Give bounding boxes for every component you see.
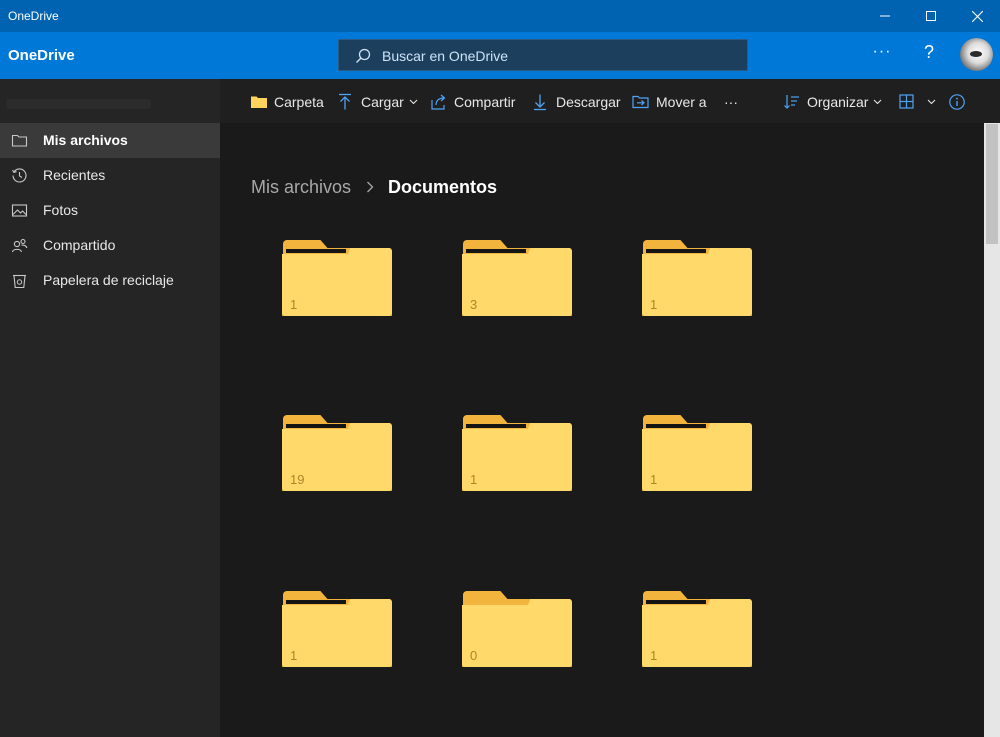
folder-icon (11, 134, 28, 147)
info-button[interactable] (948, 92, 972, 112)
main-content: Mis archivos Documentos 1 3 1 19 1 1 1 0… (220, 123, 984, 737)
folder-item-count: 1 (290, 648, 298, 663)
folder-item-count: 1 (650, 297, 658, 312)
minimize-icon (880, 15, 890, 17)
upload-icon (339, 93, 351, 110)
folder-icon (251, 96, 267, 108)
folder-tile[interactable]: 1 (642, 415, 752, 495)
download-icon (534, 94, 546, 111)
sidebar-item-label: Fotos (43, 202, 79, 218)
history-icon (12, 168, 27, 183)
folder-item-count: 1 (470, 472, 478, 487)
grid-view-icon (899, 94, 914, 109)
close-icon (971, 10, 983, 22)
people-icon (11, 238, 28, 253)
more-options-button[interactable]: ··· (870, 42, 894, 66)
move-to-label: Mover a (656, 94, 707, 110)
folder-tile[interactable]: 1 (642, 240, 752, 320)
view-switch-button[interactable] (898, 92, 936, 112)
folder-tile[interactable]: 1 (462, 415, 572, 495)
share-button[interactable]: Compartir (430, 92, 515, 112)
sidebar-item-label: Compartido (43, 237, 116, 253)
sidebar-item-label: Recientes (43, 167, 106, 183)
title-bar: OneDrive (0, 0, 1000, 32)
more-commands-button[interactable]: ··· (724, 92, 738, 112)
avatar[interactable] (960, 38, 993, 71)
sidebar-item-recientes[interactable]: Recientes (0, 158, 220, 193)
sidebar-item-label: Mis archivos (43, 132, 128, 148)
maximize-icon (926, 11, 936, 21)
window-title: OneDrive (8, 9, 59, 23)
download-label: Descargar (556, 94, 621, 110)
recycle-bin-icon (13, 274, 26, 289)
command-bar: Carpeta Cargar Compartir Descargar Mover… (220, 79, 1000, 123)
share-icon (431, 94, 446, 110)
scrollbar-thumb[interactable] (986, 124, 998, 244)
sidebar-item-compartido[interactable]: Compartido (0, 228, 220, 263)
info-icon (949, 94, 965, 110)
sidebar-item-label: Papelera de reciclaje (43, 272, 174, 288)
folder-item-count: 3 (470, 297, 478, 312)
new-folder-button[interactable]: Carpeta (250, 92, 324, 112)
share-label: Compartir (454, 94, 516, 110)
search-placeholder: Buscar en OneDrive (382, 48, 509, 64)
folder-item-count: 1 (650, 648, 658, 663)
search-icon (356, 48, 371, 63)
move-to-button[interactable]: Mover a (632, 92, 707, 112)
account-name-blurred (6, 99, 151, 109)
photo-icon (11, 204, 28, 217)
move-to-icon (632, 95, 649, 109)
folder-item-count: 0 (470, 648, 478, 663)
chevron-right-icon (367, 181, 374, 193)
breadcrumb: Mis archivos Documentos (251, 175, 497, 199)
sort-button[interactable]: Organizar (783, 92, 882, 112)
sidebar-item-papelera[interactable]: Papelera de reciclaje (0, 263, 220, 298)
help-button[interactable]: ? (918, 42, 940, 66)
sort-label: Organizar (807, 94, 869, 110)
close-button[interactable] (954, 0, 1000, 32)
folder-tile[interactable]: 1 (642, 591, 752, 671)
chevron-down-icon (927, 99, 936, 105)
folder-tile[interactable]: 0 (462, 591, 572, 671)
download-button[interactable]: Descargar (532, 92, 621, 112)
chevron-down-icon (874, 99, 882, 105)
folder-tile[interactable]: 1 (282, 591, 392, 671)
folder-item-count: 19 (290, 472, 305, 487)
sidebar-item-fotos[interactable]: Fotos (0, 193, 220, 228)
folder-tile[interactable]: 3 (462, 240, 572, 320)
chevron-down-icon (409, 99, 418, 105)
app-header: OneDrive Buscar en OneDrive ··· ? (0, 32, 1000, 79)
search-box[interactable]: Buscar en OneDrive (338, 39, 748, 71)
upload-button[interactable]: Cargar (337, 92, 418, 112)
folder-tile[interactable]: 19 (282, 415, 392, 495)
sidebar: Mis archivos Recientes Fotos Compartido (0, 79, 220, 737)
sidebar-item-mis-archivos[interactable]: Mis archivos (0, 123, 220, 158)
sort-icon (784, 95, 799, 109)
breadcrumb-root[interactable]: Mis archivos (251, 177, 351, 198)
brand-title: OneDrive (8, 47, 75, 64)
new-folder-label: Carpeta (274, 94, 324, 110)
minimize-button[interactable] (862, 0, 908, 32)
folder-item-count: 1 (650, 472, 658, 487)
folder-item-count: 1 (290, 297, 298, 312)
more-commands-label: ··· (724, 94, 738, 110)
vertical-scrollbar[interactable] (984, 123, 1000, 737)
maximize-button[interactable] (908, 0, 954, 32)
upload-label: Cargar (361, 94, 404, 110)
breadcrumb-current: Documentos (388, 176, 498, 197)
folder-tile[interactable]: 1 (282, 240, 392, 320)
